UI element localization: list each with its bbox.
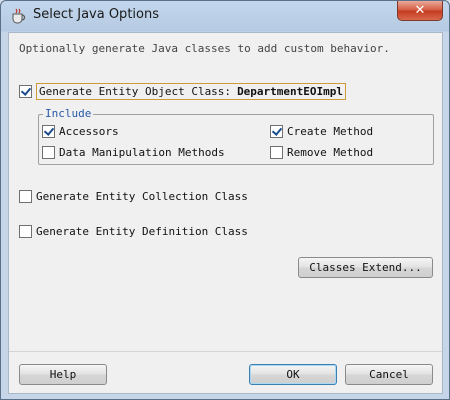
entity-object-class-name: DepartmentEOImpl <box>237 85 344 98</box>
remove-method-checkbox[interactable] <box>270 146 283 159</box>
dialog-window: Select Java Options ✕ Optionally generat… <box>0 0 450 400</box>
entity-definition-checkbox[interactable] <box>19 225 32 238</box>
data-manipulation-label: Data Manipulation Methods <box>59 146 225 159</box>
close-button[interactable]: ✕ <box>397 1 443 21</box>
include-group-label: Include <box>43 107 94 120</box>
remove-method-label: Remove Method <box>287 146 374 159</box>
accessors-row[interactable]: Accessors <box>42 125 119 138</box>
entity-definition-row[interactable]: Generate Entity Definition Class <box>19 225 248 238</box>
footer-separator <box>9 351 442 352</box>
create-method-checkbox[interactable] <box>270 125 283 138</box>
dialog-body: Optionally generate Java classes to add … <box>8 32 443 394</box>
classes-extend-button[interactable]: Classes Extend... <box>298 257 433 278</box>
help-button[interactable]: Help <box>19 364 107 385</box>
accessors-checkbox[interactable] <box>42 125 55 138</box>
entity-collection-checkbox[interactable] <box>19 190 32 203</box>
title-bar[interactable]: Select Java Options ✕ <box>1 1 449 31</box>
entity-object-label-box[interactable]: Generate Entity Object Class: Department… <box>36 83 347 100</box>
create-method-label: Create Method <box>287 125 374 138</box>
entity-collection-label: Generate Entity Collection Class <box>36 190 248 203</box>
data-manipulation-checkbox[interactable] <box>42 146 55 159</box>
entity-object-row[interactable]: Generate Entity Object Class: Department… <box>19 83 347 100</box>
entity-collection-row[interactable]: Generate Entity Collection Class <box>19 190 248 203</box>
cancel-button[interactable]: Cancel <box>345 364 433 385</box>
entity-definition-label: Generate Entity Definition Class <box>36 225 248 238</box>
accessors-label: Accessors <box>59 125 119 138</box>
description-text: Optionally generate Java classes to add … <box>19 42 390 55</box>
java-cup-icon <box>9 7 27 25</box>
remove-method-row[interactable]: Remove Method <box>270 146 373 159</box>
entity-object-checkbox[interactable] <box>19 85 32 98</box>
create-method-row[interactable]: Create Method <box>270 125 373 138</box>
dialog-title: Select Java Options <box>33 7 159 22</box>
entity-object-label: Generate Entity Object Class: <box>39 85 232 98</box>
ok-button[interactable]: OK <box>249 364 337 385</box>
data-manipulation-row[interactable]: Data Manipulation Methods <box>42 146 225 159</box>
